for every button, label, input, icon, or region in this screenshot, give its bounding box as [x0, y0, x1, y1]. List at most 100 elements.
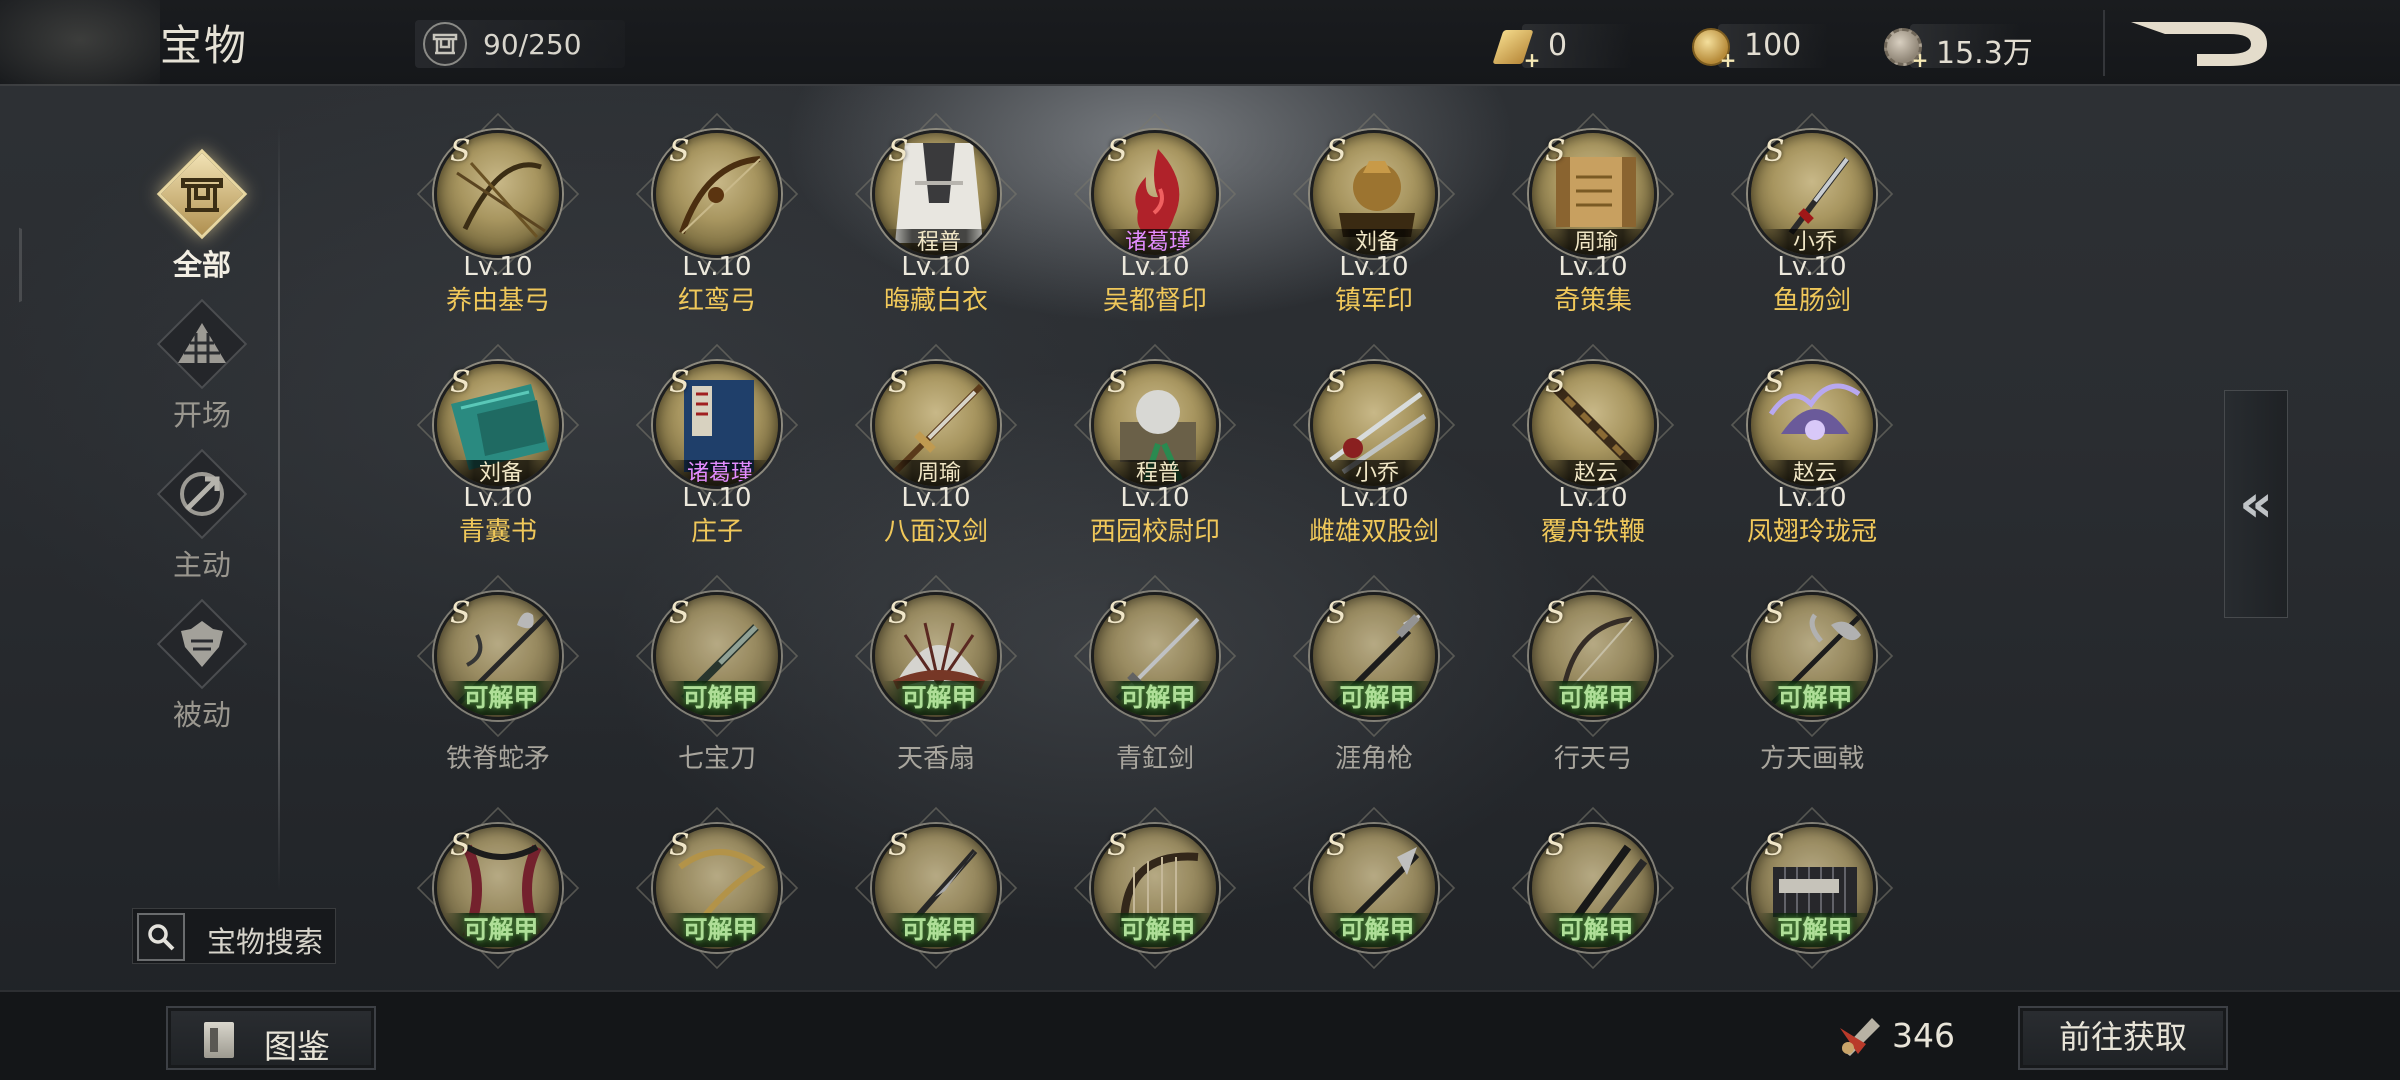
- owner-tag: 周瑜: [885, 460, 993, 486]
- treasure-item[interactable]: 诸葛瑾 S Lv.10 吴都督印: [1045, 112, 1265, 344]
- unarmor-status-tag: 可解甲: [883, 681, 995, 715]
- sidebar-item-label: 全部: [172, 248, 231, 282]
- rank-s-mark: S: [450, 134, 471, 169]
- treasure-medallion: 刘备 S: [416, 343, 580, 507]
- copper-coin-currency[interactable]: + 15.3万: [1880, 22, 2060, 71]
- gold-coin-currency[interactable]: + 100: [1688, 22, 1848, 70]
- sidebar-item-opening[interactable]: 开场: [140, 298, 264, 432]
- item-level: Lv.10: [463, 483, 533, 513]
- rank-s-mark: S: [1764, 134, 1785, 169]
- treasure-item[interactable]: 程普 S Lv.10 晦藏白衣: [826, 112, 1046, 344]
- treasure-item[interactable]: 程普 S Lv.10 西园校尉印: [1045, 343, 1265, 575]
- treasure-medallion: 刘备 S: [1292, 112, 1456, 276]
- capacity-display: 90/250: [415, 20, 625, 68]
- treasure-item[interactable]: 小乔 S Lv.10 雌雄双股剑: [1264, 343, 1484, 575]
- header-artwork: [0, 0, 160, 86]
- treasure-medallion: 可解甲 S: [1073, 574, 1237, 738]
- rank-s-mark: S: [450, 828, 471, 863]
- treasure-search-button[interactable]: 宝物搜索: [132, 908, 336, 964]
- rank-s-mark: S: [1764, 828, 1785, 863]
- unarmor-status-tag: 可解甲: [445, 681, 557, 715]
- atlas-label: 图鉴: [264, 1027, 330, 1066]
- atlas-button[interactable]: 图鉴: [166, 1006, 376, 1070]
- treasure-medallion: 诸葛瑾 S: [635, 343, 799, 507]
- item-name: 西园校尉印: [1089, 517, 1220, 547]
- treasure-item[interactable]: 可解甲 S 天香扇: [826, 574, 1046, 806]
- back-button[interactable]: [2125, 14, 2275, 74]
- sidebar-item-active[interactable]: 主动: [140, 448, 264, 582]
- rank-s-mark: S: [888, 365, 909, 400]
- page-title: 宝物: [160, 21, 249, 70]
- rank-s-mark: S: [1545, 596, 1566, 631]
- book-icon: [204, 1022, 234, 1058]
- treasure-item[interactable]: 赵云 S Lv.10 覆舟铁鞭: [1483, 343, 1703, 575]
- rank-s-mark: S: [1764, 365, 1785, 400]
- sidebar-item-passive[interactable]: 被动: [140, 598, 264, 732]
- rank-s-mark: S: [669, 828, 690, 863]
- item-name: 天香扇: [896, 744, 975, 774]
- rank-s-mark: S: [1107, 134, 1128, 169]
- treasure-item[interactable]: 刘备 S Lv.10 镇军印: [1264, 112, 1484, 344]
- sidebar-item-label: 主动: [172, 548, 231, 582]
- sidebar-divider: [278, 126, 280, 890]
- collapse-panel-button[interactable]: «: [2224, 390, 2288, 618]
- rank-s-mark: S: [1107, 828, 1128, 863]
- treasure-item[interactable]: 可解甲 S 青釭剑: [1045, 574, 1265, 806]
- rank-s-mark: S: [1545, 365, 1566, 400]
- treasure-item[interactable]: 周瑜 S Lv.10 八面汉剑: [826, 343, 1046, 575]
- owner-tag: 刘备: [1323, 229, 1431, 255]
- item-name: 庄子: [690, 517, 743, 547]
- treasure-medallion: 可解甲 S: [1511, 806, 1675, 970]
- owner-tag: 周瑜: [1542, 229, 1650, 255]
- treasure-medallion: 可解甲 S: [854, 574, 1018, 738]
- item-level: Lv.10: [1339, 252, 1409, 282]
- rank-s-mark: S: [888, 828, 909, 863]
- item-name: 晦藏白衣: [883, 286, 988, 316]
- treasure-medallion: 周瑜 S: [854, 343, 1018, 507]
- treasure-item[interactable]: 小乔 S Lv.10 鱼肠剑: [1702, 112, 1922, 344]
- treasure-item[interactable]: 诸葛瑾 S Lv.10 庄子: [607, 343, 827, 575]
- treasure-item[interactable]: 可解甲 S 七宝刀: [607, 574, 827, 806]
- treasure-item[interactable]: S Lv.10 养由基弓: [388, 112, 608, 344]
- treasure-item[interactable]: 可解甲 S 涯角枪: [1264, 574, 1484, 806]
- item-name: 八面汉剑: [883, 517, 988, 547]
- item-name: 七宝刀: [677, 744, 756, 774]
- item-level: Lv.10: [1339, 483, 1409, 513]
- rank-s-mark: S: [669, 365, 690, 400]
- rank-s-mark: S: [1764, 596, 1785, 631]
- unarmor-status-tag: 可解甲: [1759, 913, 1871, 947]
- unarmor-status-tag: 可解甲: [1321, 913, 1433, 947]
- gold-ingot-currency[interactable]: + 0: [1492, 22, 1652, 70]
- treasure-item[interactable]: S Lv.10 红鸾弓: [607, 112, 827, 344]
- treasure-medallion: 程普 S: [854, 112, 1018, 276]
- sidebar-item-all[interactable]: 全部: [140, 148, 264, 282]
- gold-ingot-icon: +: [1492, 24, 1540, 70]
- rank-s-mark: S: [1326, 828, 1347, 863]
- item-level: Lv.10: [1120, 483, 1190, 513]
- item-level: Lv.10: [463, 252, 533, 282]
- item-level: Lv.10: [1558, 483, 1628, 513]
- altar-icon: [156, 148, 248, 240]
- rank-s-mark: S: [669, 596, 690, 631]
- go-obtain-button[interactable]: 前往获取: [2018, 1006, 2228, 1070]
- item-level: Lv.10: [901, 483, 971, 513]
- owner-tag: 赵云: [1761, 460, 1869, 486]
- treasure-medallion: 可解甲 S: [416, 574, 580, 738]
- search-icon: [137, 913, 185, 961]
- treasure-token-icon: [1836, 1010, 1884, 1060]
- treasure-medallion: 可解甲 S: [1511, 574, 1675, 738]
- item-name: 雌雄双股剑: [1308, 517, 1439, 547]
- treasure-item[interactable]: 可解甲 S 方天画戟: [1702, 574, 1922, 806]
- unarmor-status-tag: 可解甲: [1102, 913, 1214, 947]
- item-name: 养由基弓: [445, 286, 550, 316]
- unarmor-status-tag: 可解甲: [1540, 681, 1652, 715]
- treasure-item[interactable]: 赵云 S Lv.10 凤翅玲珑冠: [1702, 343, 1922, 575]
- back-arrow-icon: [2131, 22, 2267, 66]
- treasure-item[interactable]: 可解甲 S 铁脊蛇矛: [388, 574, 608, 806]
- capacity-text: 90/250: [483, 28, 582, 61]
- treasure-item[interactable]: 可解甲 S 行天弓: [1483, 574, 1703, 806]
- item-level: Lv.10: [1777, 483, 1847, 513]
- owner-tag: 程普: [1104, 460, 1212, 486]
- treasure-item[interactable]: 周瑜 S Lv.10 奇策集: [1483, 112, 1703, 344]
- treasure-item[interactable]: 刘备 S Lv.10 青囊书: [388, 343, 608, 575]
